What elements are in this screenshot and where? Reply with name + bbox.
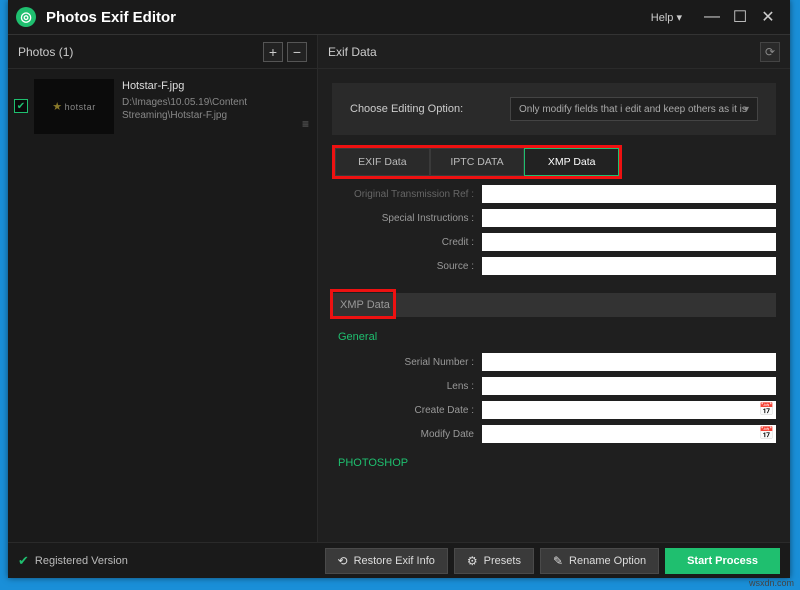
photo-path-line1: D:\Images\10.05.19\Content bbox=[122, 96, 302, 110]
field-input[interactable] bbox=[482, 185, 776, 203]
exif-header-label: Exif Data bbox=[328, 45, 760, 59]
field-input[interactable] bbox=[482, 209, 776, 227]
photo-filename: Hotstar-F.jpg bbox=[122, 79, 302, 94]
field-row: Source : bbox=[332, 257, 776, 275]
field-row: Modify Date 📅 bbox=[332, 425, 776, 443]
photos-panel: Photos (1) + − ✔ ★hotstar Hotstar-F.jpg … bbox=[8, 35, 318, 542]
field-label: Source : bbox=[332, 261, 482, 272]
exif-panel: Exif Data ⟳ Choose Editing Option: Only … bbox=[318, 35, 790, 542]
field-label: Credit : bbox=[332, 237, 482, 248]
calendar-icon[interactable]: 📅 bbox=[759, 402, 774, 416]
xmp-section-header: XMP Data bbox=[332, 293, 776, 317]
help-menu[interactable]: Help ▾ bbox=[651, 11, 682, 24]
app-title: Photos Exif Editor bbox=[46, 9, 176, 26]
field-label: Create Date : bbox=[332, 405, 482, 416]
photo-info: Hotstar-F.jpg D:\Images\10.05.19\Content… bbox=[114, 79, 302, 123]
minimize-button[interactable]: — bbox=[698, 3, 726, 31]
field-input[interactable] bbox=[482, 257, 776, 275]
photo-list-item[interactable]: ✔ ★hotstar Hotstar-F.jpg D:\Images\10.05… bbox=[8, 69, 317, 144]
editing-option-bar: Choose Editing Option: Only modify field… bbox=[332, 83, 776, 135]
app-window: ◎ Photos Exif Editor Help ▾ — ☐ ✕ Photos… bbox=[8, 0, 790, 578]
field-row: Special Instructions : bbox=[332, 209, 776, 227]
calendar-icon[interactable]: 📅 bbox=[759, 426, 774, 440]
field-row: Credit : bbox=[332, 233, 776, 251]
tab-xmp[interactable]: XMP Data bbox=[524, 148, 619, 176]
field-row: Lens : bbox=[332, 377, 776, 395]
editing-option-value: Only modify fields that i edit and keep … bbox=[519, 104, 747, 115]
photos-count-label: Photos (1) bbox=[18, 45, 259, 59]
highlight-box-icon bbox=[330, 289, 396, 319]
footer-bar: ✔ Registered Version ⟲Restore Exif Info … bbox=[8, 542, 790, 578]
presets-icon: ⚙ bbox=[467, 554, 478, 568]
tab-iptc[interactable]: IPTC DATA bbox=[430, 148, 525, 176]
list-menu-icon[interactable]: ≡ bbox=[302, 117, 309, 131]
field-input[interactable] bbox=[482, 353, 776, 371]
form-area: Original Transmission Ref : Special Inst… bbox=[318, 179, 790, 542]
app-logo-icon: ◎ bbox=[16, 7, 36, 27]
add-photo-button[interactable]: + bbox=[263, 42, 283, 62]
field-input[interactable] bbox=[482, 377, 776, 395]
field-label: Modify Date bbox=[332, 429, 482, 440]
rename-icon: ✎ bbox=[553, 554, 563, 568]
close-button[interactable]: ✕ bbox=[754, 3, 782, 31]
photo-thumbnail: ★hotstar bbox=[34, 79, 114, 134]
maximize-button[interactable]: ☐ bbox=[726, 3, 754, 31]
check-icon: ✔ bbox=[18, 553, 29, 569]
start-process-button[interactable]: Start Process bbox=[665, 548, 780, 574]
photos-panel-header: Photos (1) + − bbox=[8, 35, 317, 69]
rename-option-button[interactable]: ✎Rename Option bbox=[540, 548, 659, 574]
field-input[interactable] bbox=[482, 233, 776, 251]
field-row: Create Date : 📅 bbox=[332, 401, 776, 419]
presets-button[interactable]: ⚙Presets bbox=[454, 548, 534, 574]
field-label: Original Transmission Ref : bbox=[332, 189, 482, 200]
photo-checkbox[interactable]: ✔ bbox=[14, 99, 28, 113]
restore-icon: ⟲ bbox=[338, 554, 348, 568]
refresh-button[interactable]: ⟳ bbox=[760, 42, 780, 62]
field-row: Original Transmission Ref : bbox=[332, 185, 776, 203]
field-row: Serial Number : bbox=[332, 353, 776, 371]
content-area: Photos (1) + − ✔ ★hotstar Hotstar-F.jpg … bbox=[8, 34, 790, 542]
section-photoshop: PHOTOSHOP bbox=[338, 457, 776, 469]
editing-option-label: Choose Editing Option: bbox=[350, 103, 510, 115]
titlebar: ◎ Photos Exif Editor Help ▾ — ☐ ✕ bbox=[8, 0, 790, 34]
field-label: Serial Number : bbox=[332, 357, 482, 368]
field-input[interactable]: 📅 bbox=[482, 425, 776, 443]
section-general: General bbox=[338, 331, 776, 343]
metadata-tabs: EXIF Data IPTC DATA XMP Data bbox=[332, 145, 622, 179]
remove-photo-button[interactable]: − bbox=[287, 42, 307, 62]
exif-panel-header: Exif Data ⟳ bbox=[318, 35, 790, 69]
field-input[interactable]: 📅 bbox=[482, 401, 776, 419]
tab-exif[interactable]: EXIF Data bbox=[335, 148, 430, 176]
field-label: Lens : bbox=[332, 381, 482, 392]
editing-option-dropdown[interactable]: Only modify fields that i edit and keep … bbox=[510, 97, 758, 121]
restore-exif-button[interactable]: ⟲Restore Exif Info bbox=[325, 548, 448, 574]
registered-status: ✔ Registered Version bbox=[18, 553, 128, 569]
photo-path-line2: Streaming\Hotstar-F.jpg bbox=[122, 109, 302, 123]
watermark-text: wsxdn.com bbox=[749, 578, 794, 588]
field-label: Special Instructions : bbox=[332, 213, 482, 224]
